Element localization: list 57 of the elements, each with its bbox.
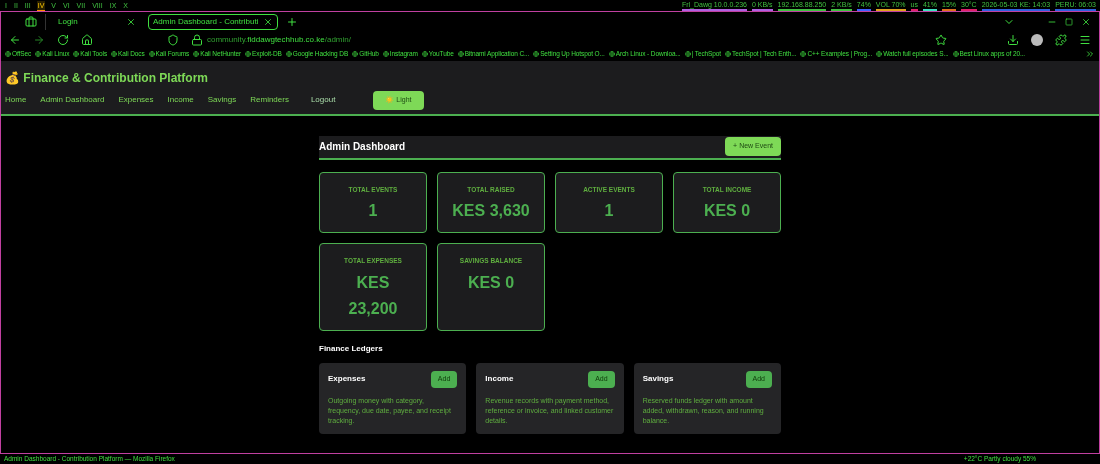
globe-icon bbox=[421, 51, 428, 57]
globe-icon bbox=[193, 51, 200, 57]
nav-link[interactable]: Home bbox=[5, 94, 27, 107]
stat-value: KES 23,200 bbox=[347, 273, 399, 319]
menu-icon[interactable] bbox=[1079, 33, 1091, 46]
page-heading: Admin Dashboard bbox=[319, 140, 406, 154]
globe-icon bbox=[148, 51, 155, 57]
maximize-icon[interactable] bbox=[1065, 18, 1073, 26]
ledger-title: Income bbox=[485, 373, 514, 386]
globe-icon bbox=[800, 51, 807, 57]
nav-link[interactable]: Reminders bbox=[250, 94, 289, 107]
reload-icon[interactable] bbox=[57, 33, 69, 46]
lock-icon bbox=[191, 33, 203, 46]
briefcase-icon[interactable] bbox=[25, 16, 37, 28]
close-icon[interactable] bbox=[1081, 17, 1091, 27]
stat-value: KES 0 bbox=[466, 273, 516, 293]
ledger-title: Savings bbox=[642, 373, 674, 386]
star-icon[interactable] bbox=[935, 33, 947, 46]
new-tab-icon[interactable] bbox=[286, 16, 298, 28]
url-field[interactable]: community.fiddawgtechhub.co.ke/admin/ bbox=[191, 33, 923, 46]
globe-icon bbox=[73, 51, 80, 57]
globe-icon bbox=[382, 51, 389, 57]
globe-icon bbox=[35, 51, 42, 57]
globe-icon bbox=[952, 51, 959, 57]
shield-icon[interactable] bbox=[167, 33, 179, 46]
nav-link[interactable]: Savings bbox=[207, 94, 237, 107]
back-icon[interactable] bbox=[9, 33, 21, 46]
browser-tab[interactable]: Admin Dashboard - Contributi bbox=[148, 14, 278, 30]
home-icon[interactable] bbox=[81, 33, 93, 46]
globe-icon bbox=[608, 51, 615, 57]
globe-icon bbox=[876, 51, 883, 57]
extension-icon[interactable] bbox=[1055, 33, 1067, 46]
globe-icon bbox=[285, 51, 292, 57]
globe-icon bbox=[5, 51, 11, 57]
brand-title: 💰 Finance & Contribution Platform bbox=[5, 70, 209, 87]
stat-value: KES 3,630 bbox=[451, 201, 531, 222]
globe-icon bbox=[533, 51, 540, 57]
stat-value: KES 0 bbox=[702, 201, 752, 222]
globe-icon bbox=[111, 51, 118, 57]
nav-link[interactable]: Logout bbox=[310, 94, 336, 107]
nav-link[interactable]: Admin Dashboard bbox=[40, 94, 105, 107]
globe-icon bbox=[457, 51, 464, 57]
browser-tab[interactable]: Login bbox=[54, 14, 140, 30]
close-icon[interactable] bbox=[126, 17, 136, 27]
stat-value: 1 bbox=[603, 201, 615, 222]
globe-icon bbox=[245, 51, 252, 57]
close-icon[interactable] bbox=[263, 17, 273, 27]
more-bookmarks-icon[interactable] bbox=[1085, 49, 1095, 59]
globe-icon bbox=[352, 51, 359, 57]
ledger-title: Expenses bbox=[328, 373, 366, 386]
globe-icon bbox=[684, 51, 691, 57]
nav-link[interactable]: Expenses bbox=[118, 94, 154, 107]
nav-link[interactable]: Income bbox=[167, 94, 194, 107]
section-title: Finance Ledgers bbox=[319, 343, 384, 355]
stat-value: 1 bbox=[367, 201, 379, 222]
globe-icon bbox=[725, 51, 732, 57]
download-icon[interactable] bbox=[1007, 33, 1019, 46]
